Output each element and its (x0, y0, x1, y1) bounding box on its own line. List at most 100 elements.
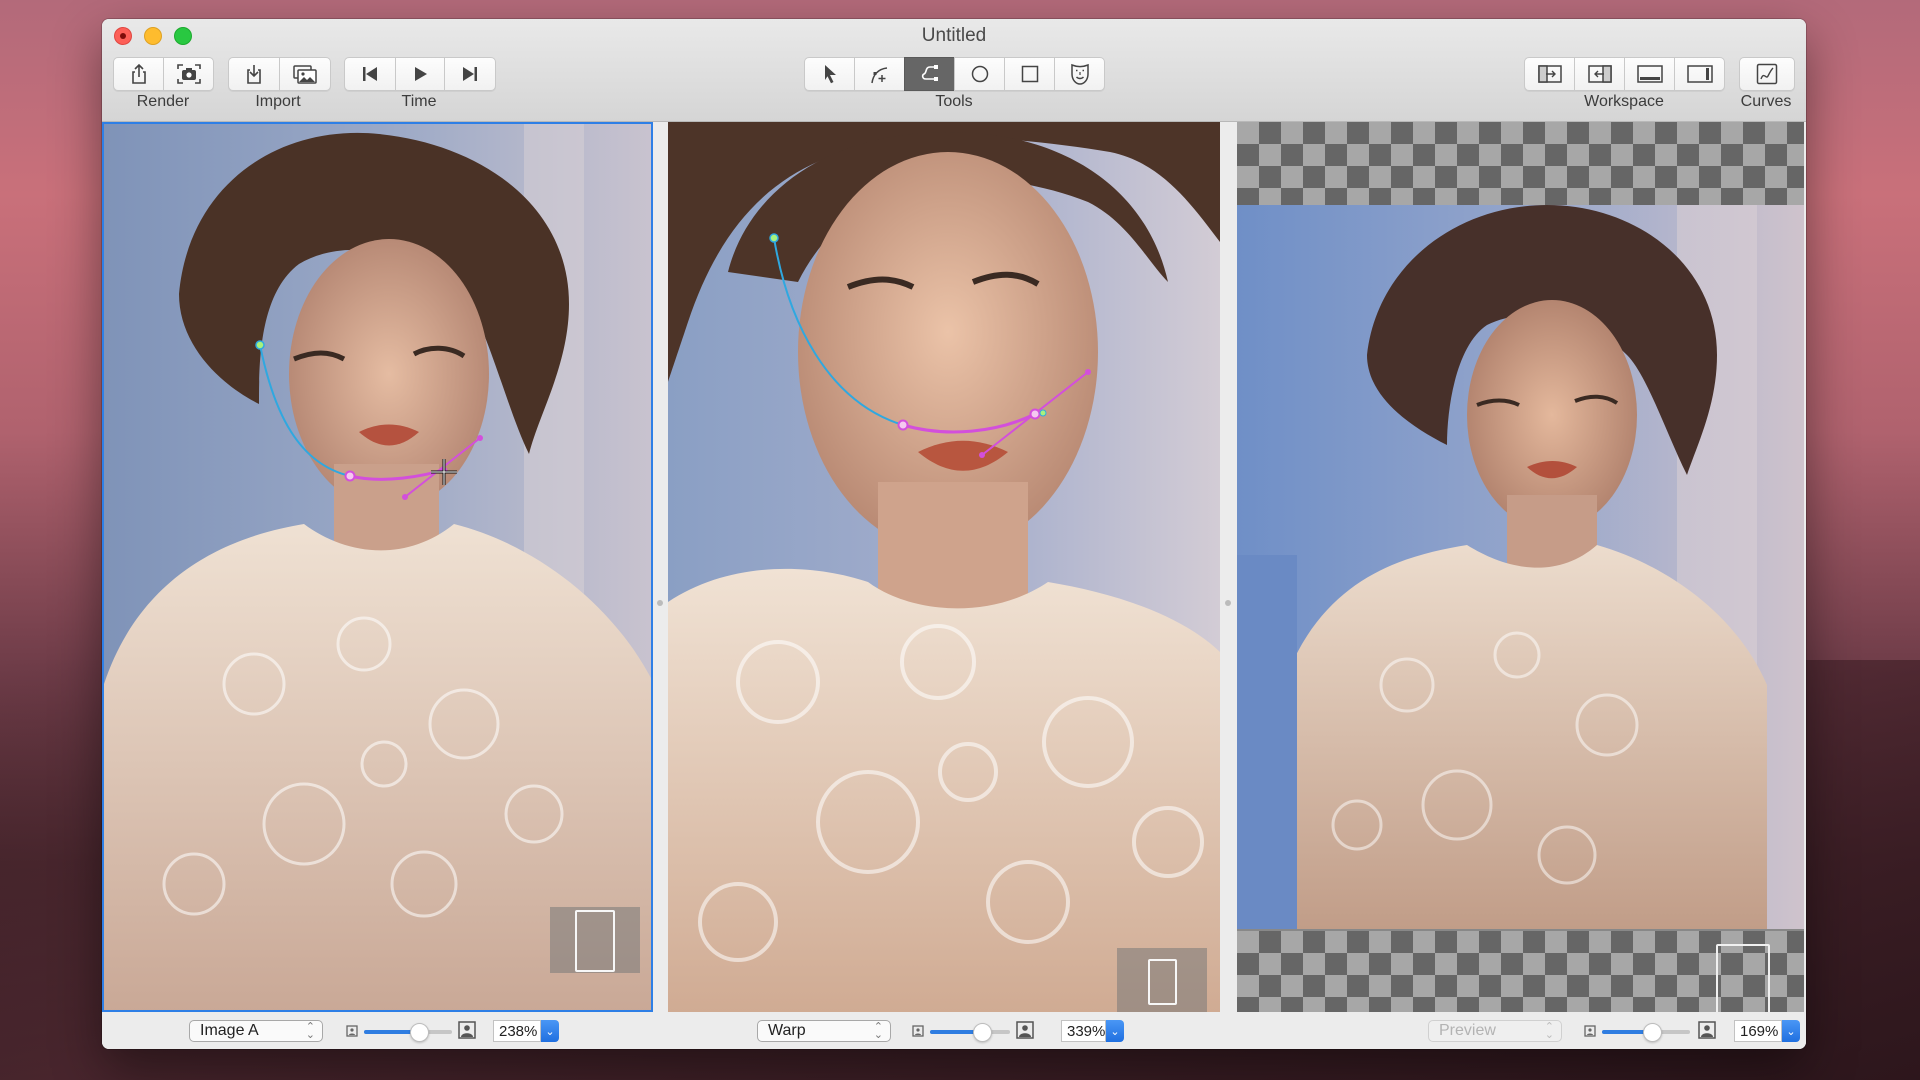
render-label: Render (136, 93, 190, 110)
navigator-viewport[interactable] (1716, 944, 1770, 1012)
import-photos-button[interactable] (279, 57, 331, 91)
skip-forward-icon (463, 67, 477, 81)
skip-back-icon (363, 67, 377, 81)
render-export-button[interactable] (113, 57, 163, 91)
curve-point[interactable] (1039, 409, 1047, 417)
image-a-zoom-dropdown[interactable]: ⌄ (541, 1020, 559, 1042)
tool-face-button[interactable] (1054, 57, 1105, 91)
render-snapshot-button[interactable] (163, 57, 214, 91)
slider-knob[interactable] (409, 1023, 429, 1042)
navigator-thumbnail[interactable] (1117, 948, 1207, 1012)
small-image-icon[interactable] (346, 1025, 358, 1037)
split-divider[interactable] (1220, 122, 1237, 1012)
import-label: Import (255, 93, 301, 110)
slider-knob[interactable] (1643, 1023, 1663, 1042)
tool-ellipse-button[interactable] (954, 57, 1004, 91)
time-label: Time (401, 93, 437, 110)
tool-add-point-button[interactable] (854, 57, 904, 91)
square-icon (1021, 65, 1038, 83)
tool-select-button[interactable] (804, 57, 854, 91)
time-play-button[interactable] (395, 57, 444, 91)
small-image-icon[interactable] (912, 1025, 924, 1037)
chevron-down-icon: ⌄ (1110, 1025, 1120, 1038)
workspace-label: Workspace (1584, 93, 1664, 110)
curve-point[interactable] (897, 419, 909, 431)
warp-curve-overlay-a (255, 340, 483, 500)
preview-zoom-field[interactable]: 169% (1734, 1020, 1782, 1042)
panel-import-right-icon (1537, 65, 1562, 83)
image-a-mode-popup[interactable]: Image A ⌃ ⌄ (189, 1020, 323, 1042)
app-window: Untitled Render Import Time Tools Worksp… (102, 19, 1806, 1049)
warp-mode-label: Warp (768, 1022, 806, 1039)
toolbar: Untitled Render Import Time Tools Worksp… (102, 19, 1806, 122)
warp-mode-popup[interactable]: Warp ⌃ ⌄ (757, 1020, 891, 1042)
bottom-bar: Image A ⌃ ⌄ 238% ⌄ Warp ⌃ ⌄ 339% ⌄ Preview… (102, 1012, 1806, 1049)
workspace-right-button[interactable] (1574, 57, 1624, 91)
navigator-viewport[interactable] (1148, 959, 1177, 1005)
pointer-arrow-icon (824, 65, 836, 84)
split-divider[interactable] (653, 122, 668, 1012)
image-a-mode-label: Image A (200, 1022, 259, 1039)
navigator-viewport[interactable] (575, 910, 615, 972)
time-start-button[interactable] (344, 57, 395, 91)
curve-point[interactable] (769, 233, 779, 243)
share-icon (131, 63, 146, 84)
small-image-icon[interactable] (1584, 1025, 1596, 1037)
bezier-curve-icon (921, 65, 938, 81)
play-icon (415, 67, 427, 81)
workspace-bottom-button[interactable] (1624, 57, 1674, 91)
window-title: Untitled (921, 25, 987, 46)
curve-point[interactable] (255, 340, 265, 350)
bottom-panel-icon (1636, 65, 1663, 83)
warp-zoom-field[interactable]: 339% (1061, 1020, 1106, 1042)
slider-knob[interactable] (973, 1023, 992, 1042)
preview-zoom-dropdown[interactable]: ⌄ (1782, 1020, 1800, 1042)
render-group (113, 57, 214, 91)
panel-import-left-icon (1587, 65, 1612, 83)
large-image-icon[interactable] (458, 1021, 476, 1039)
portrait-image-preview (1237, 205, 1804, 929)
large-image-icon[interactable] (1016, 1021, 1034, 1039)
transparency-checkerboard (1237, 122, 1804, 205)
chevron-down-icon: ⌄ (1786, 1025, 1796, 1038)
tools-label: Tools (935, 93, 973, 110)
chevron-down-icon: ⌄ (545, 1025, 555, 1038)
workspace-group (1524, 57, 1725, 91)
workspace-left-button[interactable] (1524, 57, 1574, 91)
warp-zoom-slider[interactable] (930, 1023, 1010, 1042)
image-a-zoom-field[interactable]: 238% (493, 1020, 541, 1042)
workspace-sidebar-button[interactable] (1674, 57, 1725, 91)
circle-icon (971, 65, 988, 83)
face-mask-icon (1070, 63, 1089, 85)
preview-mode-popup: Preview ⌃ ⌄ (1428, 1020, 1562, 1042)
tool-curve-button[interactable] (904, 57, 954, 91)
preview-mode-label: Preview (1439, 1022, 1496, 1039)
warp-curve-overlay-b (769, 233, 1091, 458)
import-group (228, 57, 331, 91)
tool-rectangle-button[interactable] (1004, 57, 1054, 91)
right-sidebar-icon (1686, 65, 1713, 83)
warp-panel[interactable] (668, 122, 1220, 1012)
preview-panel[interactable] (1237, 122, 1804, 1012)
curves-group (1739, 57, 1795, 91)
add-curve-point-icon (870, 67, 887, 84)
screenshot-camera-icon (176, 64, 201, 84)
up-down-chevron-icon: ⌃ ⌄ (873, 1021, 883, 1041)
time-group (344, 57, 496, 91)
curve-point[interactable] (344, 470, 356, 482)
time-end-button[interactable] (444, 57, 496, 91)
preview-zoom-slider[interactable] (1602, 1023, 1690, 1042)
warp-zoom-dropdown[interactable]: ⌄ (1106, 1020, 1124, 1042)
import-icon (247, 65, 261, 84)
curves-button[interactable] (1739, 57, 1795, 91)
image-a-zoom-slider[interactable] (364, 1023, 452, 1042)
import-file-button[interactable] (228, 57, 279, 91)
curve-point[interactable] (1029, 408, 1041, 420)
tools-group (804, 57, 1105, 91)
large-image-icon[interactable] (1698, 1021, 1716, 1039)
photos-icon (293, 65, 317, 84)
navigator-thumbnail[interactable] (550, 907, 640, 973)
up-down-chevron-icon: ⌃ ⌄ (1544, 1021, 1554, 1041)
curves-graph-icon (1756, 63, 1778, 85)
image-a-panel[interactable] (102, 122, 653, 1012)
